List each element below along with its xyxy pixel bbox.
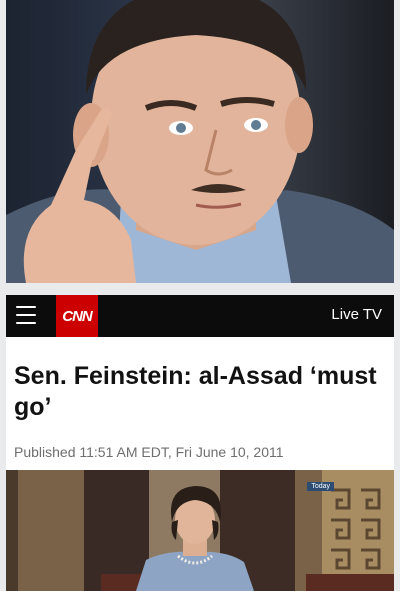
cnn-nav-bar: CNN Live TV [6, 295, 394, 337]
article-panel: CNN Live TV Sen. Feinstein: al-Assad ‘mu… [6, 295, 394, 591]
live-tv-link[interactable]: Live TV [331, 306, 382, 323]
article-video-thumbnail[interactable]: Today [6, 470, 394, 591]
published-timestamp: Published 11:51 AM EDT, Fri June 10, 201… [14, 444, 284, 460]
today-bug: Today [307, 482, 334, 491]
menu-icon[interactable] [16, 306, 36, 324]
cnn-logo[interactable]: CNN [56, 295, 98, 337]
top-photo [6, 0, 394, 283]
article-headline: Sen. Feinstein: al-Assad ‘must go’ [14, 362, 377, 421]
